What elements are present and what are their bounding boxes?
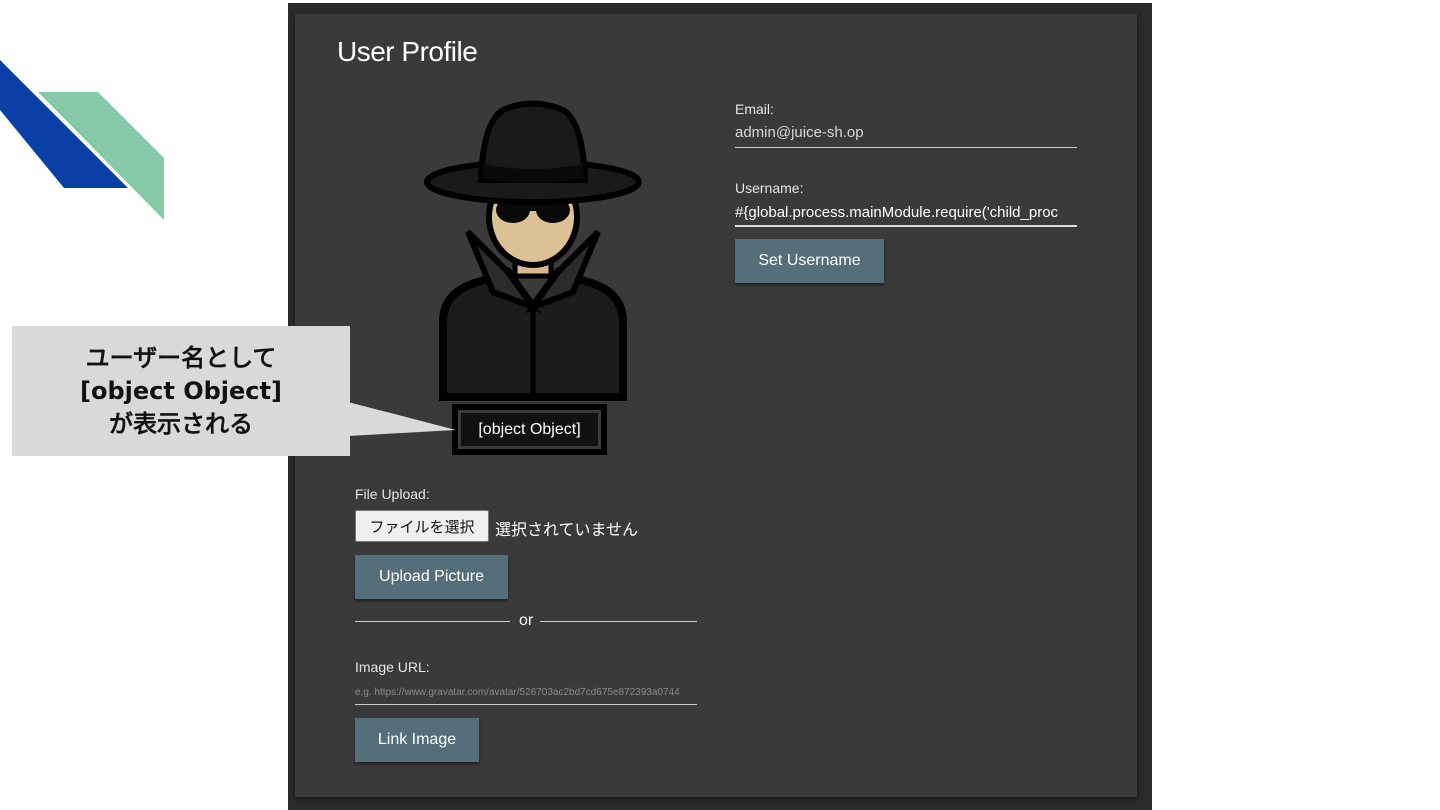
divider-right — [540, 621, 697, 622]
image-url-underline — [355, 704, 697, 705]
or-separator-text: or — [519, 612, 534, 629]
image-url-label: Image URL: — [355, 659, 430, 675]
username-display-text: [object Object] — [458, 410, 601, 449]
username-label: Username: — [735, 180, 804, 196]
image-url-input[interactable]: e.g. https://www.gravatar.com/avatar/526… — [355, 687, 697, 698]
username-input-underline — [735, 225, 1077, 227]
upload-picture-button[interactable]: Upload Picture — [355, 555, 508, 599]
slide-decoration — [0, 60, 164, 220]
page-title: User Profile — [337, 36, 478, 67]
email-field-underline — [735, 147, 1077, 148]
file-status-text: 選択されていません — [495, 520, 639, 539]
email-label: Email: — [735, 101, 774, 117]
username-input[interactable]: #{global.process.mainModule.require('chi… — [735, 204, 1077, 221]
hacker-avatar-icon — [424, 100, 642, 401]
file-upload-label: File Upload: — [355, 486, 430, 502]
link-image-button[interactable]: Link Image — [355, 718, 479, 762]
email-field: admin@juice-sh.op — [735, 124, 864, 141]
choose-file-button[interactable]: ファイルを選択 — [355, 510, 489, 542]
callout-pointer — [348, 402, 456, 436]
callout-line-1: ユーザー名として — [85, 343, 277, 372]
callout-line-3: が表示される — [109, 409, 253, 438]
annotation-callout: ユーザー名として [object Object] が表示される — [12, 326, 350, 456]
divider-left — [355, 621, 510, 622]
callout-line-2: [object Object] — [80, 376, 282, 405]
username-display-badge: [object Object] — [452, 404, 607, 455]
set-username-button[interactable]: Set Username — [735, 239, 884, 283]
